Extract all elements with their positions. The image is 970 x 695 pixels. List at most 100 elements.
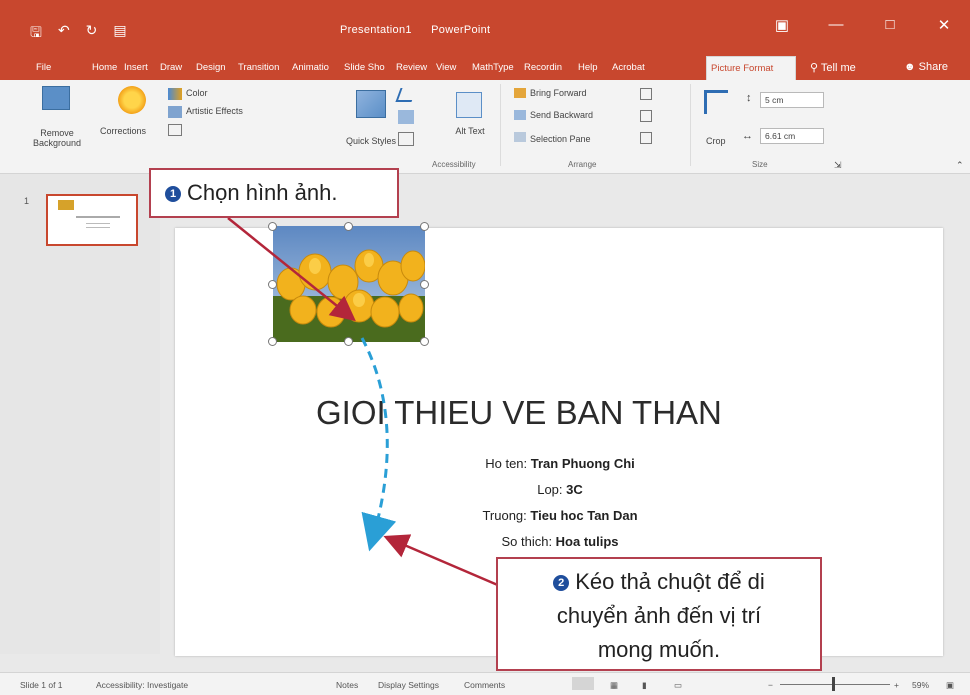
rotate-icon[interactable] xyxy=(640,132,652,144)
compress-pictures-icon[interactable] xyxy=(168,124,182,136)
collapse-ribbon-icon[interactable]: ⌃ xyxy=(956,160,964,171)
display-settings-button[interactable]: Display Settings xyxy=(378,680,439,690)
notes-button[interactable]: Notes xyxy=(336,680,358,690)
slide-body-line[interactable]: Ho ten: Tran Phuong Chi xyxy=(440,456,680,471)
tell-me-search[interactable]: ⚲ Tell me xyxy=(810,61,856,74)
resize-handle[interactable] xyxy=(420,280,429,289)
step-1-badge: 1 xyxy=(165,186,181,202)
undo-icon[interactable]: ↶ xyxy=(58,22,70,46)
resize-handle[interactable] xyxy=(420,337,429,346)
tab-animations[interactable]: Animatio xyxy=(292,62,329,73)
tab-draw[interactable]: Draw xyxy=(160,62,182,73)
resize-handle[interactable] xyxy=(344,337,353,346)
callout-step-1: 1 Chọn hình ảnh. xyxy=(149,168,399,218)
minimize-icon[interactable]: — xyxy=(828,16,844,34)
tab-home[interactable]: Home xyxy=(92,62,117,73)
slideshow-view-icon[interactable]: ▭ xyxy=(674,680,682,691)
selection-pane-button[interactable]: Selection Pane xyxy=(530,134,591,144)
artistic-effects-icon xyxy=(168,106,182,118)
tab-slideshow[interactable]: Slide Sho xyxy=(344,62,385,73)
group-icon[interactable] xyxy=(640,110,652,122)
zoom-slider-thumb[interactable] xyxy=(832,677,835,691)
sun-icon xyxy=(118,86,146,114)
fit-to-window-icon[interactable]: ▣ xyxy=(946,680,954,691)
tab-insert[interactable]: Insert xyxy=(124,62,148,73)
start-slideshow-icon[interactable]: ▤ xyxy=(113,22,126,46)
send-backward-icon xyxy=(514,110,526,120)
line-label: So thich: xyxy=(501,534,556,549)
comments-button[interactable]: Comments xyxy=(464,680,505,690)
thumbnail-text-line xyxy=(86,223,110,224)
resize-handle[interactable] xyxy=(344,222,353,231)
redo-icon[interactable]: ↻ xyxy=(86,22,98,46)
remove-background-button[interactable]: Remove Background xyxy=(22,128,92,148)
step-2-line: 2 Kéo thả chuột để di xyxy=(498,565,820,599)
window-controls: ▣ — □ ✕ xyxy=(774,16,952,34)
quick-styles-button[interactable]: Quick Styles xyxy=(346,136,396,146)
share-button[interactable]: ☻ Share xyxy=(904,61,948,73)
document-title: Presentation1 PowerPoint xyxy=(340,24,490,36)
picture-layout-icon[interactable] xyxy=(398,132,414,146)
ribbon-display-icon[interactable]: ▣ xyxy=(774,16,790,34)
resize-handle[interactable] xyxy=(268,280,277,289)
slide-body-line[interactable]: So thich: Hoa tulips xyxy=(440,534,680,549)
quick-styles-icon xyxy=(356,90,386,118)
tab-design[interactable]: Design xyxy=(196,62,226,73)
thumbnail-picture xyxy=(58,200,74,210)
picture-effects-icon[interactable] xyxy=(398,110,414,124)
tell-me-label: Tell me xyxy=(820,62,856,74)
shape-height-input[interactable]: 5 cm xyxy=(760,92,824,108)
send-backward-button[interactable]: Send Backward xyxy=(530,110,593,120)
resize-handle[interactable] xyxy=(420,222,429,231)
resize-handle[interactable] xyxy=(268,222,277,231)
accessibility-status[interactable]: Accessibility: Investigate xyxy=(96,680,188,690)
tab-recording[interactable]: Recordin xyxy=(524,62,562,73)
shape-width-input[interactable]: 6.61 cm xyxy=(760,128,824,144)
tab-file[interactable]: File xyxy=(36,62,51,73)
reading-view-icon[interactable]: ▮ xyxy=(642,680,647,691)
remove-background-icon xyxy=(42,86,70,110)
color-button[interactable]: Color xyxy=(186,88,208,98)
share-label: Share xyxy=(918,61,948,73)
ribbon-separator xyxy=(500,84,501,166)
tab-transitions[interactable]: Transition xyxy=(238,62,279,73)
slide-sorter-icon[interactable]: ▦ xyxy=(610,680,618,691)
tab-acrobat[interactable]: Acrobat xyxy=(612,62,645,73)
bring-forward-button[interactable]: Bring Forward xyxy=(530,88,587,98)
slide-thumbnail[interactable] xyxy=(46,194,138,246)
crop-button[interactable]: Crop xyxy=(706,136,726,146)
size-dialog-launcher-icon[interactable]: ⇲ xyxy=(834,160,842,171)
slide-body-line[interactable]: Truong: Tieu hoc Tan Dan xyxy=(440,508,680,523)
tab-view[interactable]: View xyxy=(436,62,456,73)
bring-forward-icon xyxy=(514,88,526,98)
normal-view-icon[interactable] xyxy=(572,677,594,690)
slide-thumbnail-pane xyxy=(0,174,160,654)
tab-mathtype[interactable]: MathType xyxy=(472,62,514,73)
corrections-button[interactable]: Corrections xyxy=(100,126,146,136)
align-icon[interactable] xyxy=(640,88,652,100)
tab-review[interactable]: Review xyxy=(396,62,427,73)
tab-picture-format[interactable]: Picture Format xyxy=(706,56,796,80)
slide-counter: Slide 1 of 1 xyxy=(20,680,63,690)
zoom-in-icon[interactable]: + xyxy=(894,680,899,690)
tab-help[interactable]: Help xyxy=(578,62,598,73)
selection-pane-icon xyxy=(514,132,526,142)
slide-body-line[interactable]: Lop: 3C xyxy=(440,482,680,497)
zoom-level[interactable]: 59% xyxy=(912,680,929,690)
slide-title[interactable]: GIOI THIEU VE BAN THAN xyxy=(316,394,722,432)
step-2-text-line-3: mong muốn. xyxy=(597,637,721,662)
maximize-icon[interactable]: □ xyxy=(882,16,898,34)
title-bar: 🖫 ↶ ↻ ▤ Presentation1 PowerPoint ▣ — □ ✕ xyxy=(0,0,970,56)
zoom-out-icon[interactable]: − xyxy=(768,680,773,690)
resize-handle[interactable] xyxy=(268,337,277,346)
close-icon[interactable]: ✕ xyxy=(936,16,952,34)
artistic-effects-button[interactable]: Artistic Effects xyxy=(186,106,243,116)
tulip-picture[interactable] xyxy=(273,226,425,342)
alt-text-button[interactable]: Alt Text xyxy=(452,126,488,136)
save-icon[interactable]: 🖫 xyxy=(30,22,42,46)
picture-border-icon[interactable] xyxy=(395,88,417,102)
step-2-text-line-2: chuyển ảnh đến vị trí xyxy=(556,603,762,628)
app-name: PowerPoint xyxy=(431,24,491,36)
zoom-slider[interactable] xyxy=(780,684,890,685)
height-icon: ↕ xyxy=(746,92,752,104)
